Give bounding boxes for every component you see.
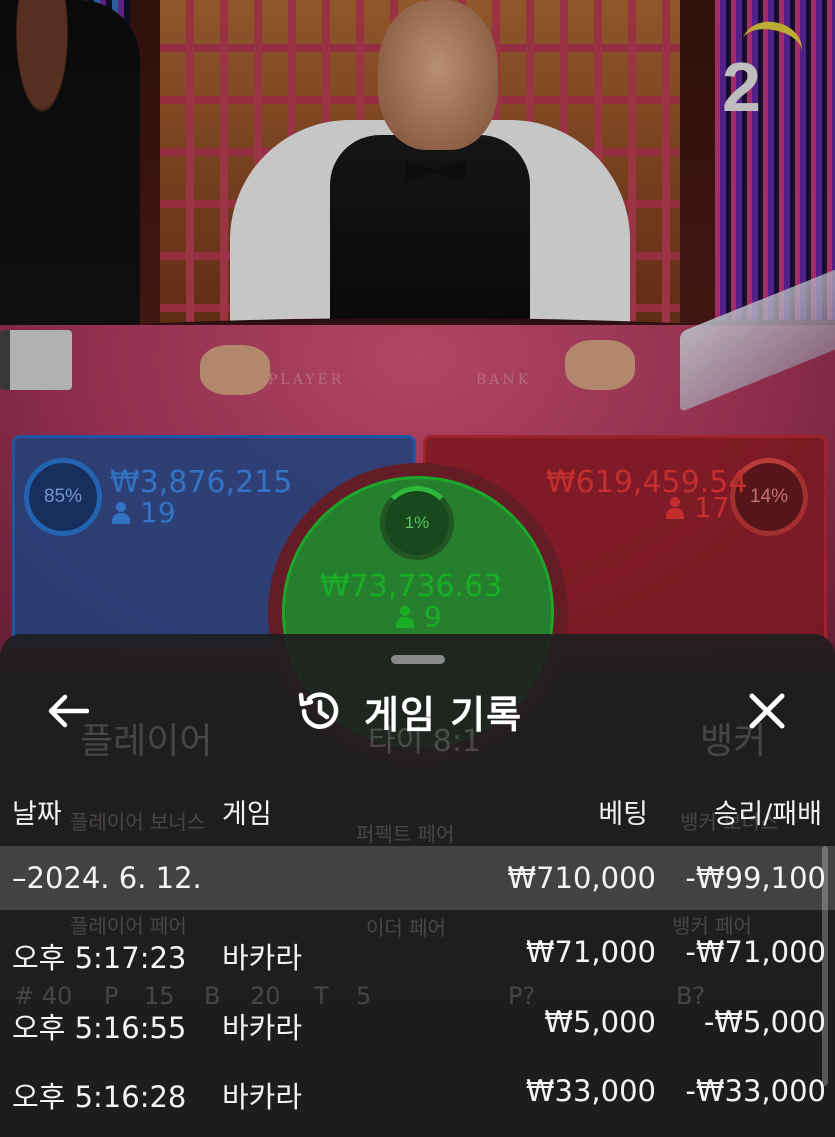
close-icon (749, 693, 785, 729)
date-group-result-total: -₩99,100 (685, 861, 826, 895)
sheet-title: 게임 기록 (364, 692, 523, 737)
column-header-game: 게임 (222, 799, 272, 830)
sheet-drag-handle[interactable] (391, 655, 445, 664)
date-group-row[interactable]: –2024. 6. 12. ₩710,000 -₩99,100 (0, 846, 835, 910)
history-row[interactable]: 오후 5:16:28 바카라 ₩33,000 -₩33,000 (0, 1059, 835, 1123)
row-time: 오후 5:17:23 (12, 941, 187, 975)
row-time: 오후 5:16:55 (12, 1011, 187, 1045)
row-bet: ₩5,000 (544, 1005, 656, 1039)
arrow-left-icon (48, 694, 89, 728)
row-result: -₩33,000 (685, 1074, 826, 1108)
history-scrollbar[interactable] (822, 846, 828, 1086)
underlay-label-player: 플레이어 (80, 721, 213, 762)
row-result: -₩5,000 (703, 1005, 826, 1039)
column-header-date: 날짜 (12, 799, 62, 830)
history-clock-icon (298, 692, 339, 729)
column-header-bet: 베팅 (598, 799, 648, 830)
history-row[interactable]: 오후 5:17:23 바카라 ₩71,000 -₩71,000 (0, 920, 835, 984)
underlay-label-perfect-pair: 퍼펙트 페어 (356, 822, 455, 846)
row-bet: ₩33,000 (525, 1074, 656, 1108)
column-header-result: 승리/패배 (713, 799, 822, 830)
close-button[interactable] (740, 686, 794, 736)
row-game: 바카라 (222, 1080, 303, 1114)
row-bet: ₩71,000 (525, 935, 656, 969)
sheet-header: 게임 기록 (296, 684, 522, 738)
underlay-label-player-bonus: 플레이어 보너스 (70, 810, 206, 834)
row-time: 오후 5:16:28 (12, 1080, 187, 1114)
row-game: 바카라 (222, 941, 303, 975)
row-result: -₩71,000 (685, 935, 826, 969)
back-button[interactable] (42, 688, 94, 734)
row-game: 바카라 (222, 1011, 303, 1045)
date-group-bet-total: ₩710,000 (507, 861, 656, 895)
history-row[interactable]: 오후 5:16:55 바카라 ₩5,000 -₩5,000 (0, 990, 835, 1054)
date-group-label: –2024. 6. 12. (12, 861, 202, 895)
